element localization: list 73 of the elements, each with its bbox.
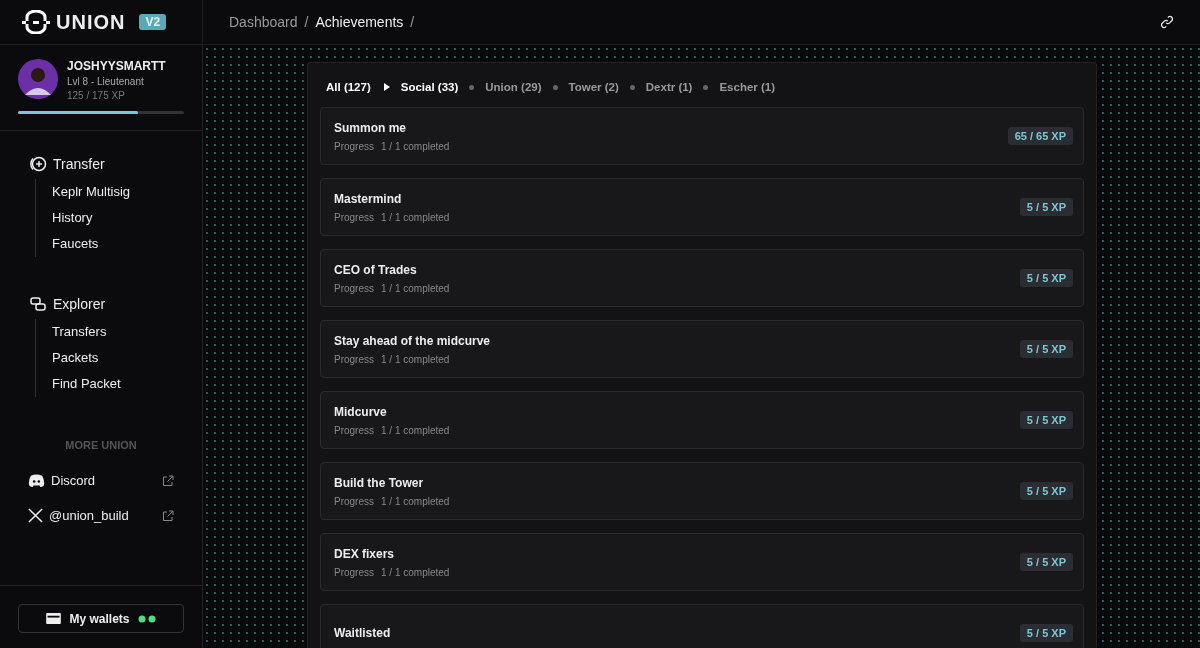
- xp-badge: 5 / 5 XP: [1019, 482, 1073, 500]
- nav-item[interactable]: Explorer: [29, 295, 202, 313]
- progress-value: 1 / 1 completed: [381, 353, 450, 365]
- progress-label: Progress: [334, 211, 374, 223]
- progress-value: 1 / 1 completed: [381, 424, 450, 436]
- nav-subitem[interactable]: Keplr Multisig: [52, 179, 202, 205]
- my-wallets-button[interactable]: My wallets: [18, 604, 184, 633]
- progress-label: Progress: [334, 353, 374, 365]
- xp-badge: 65 / 65 XP: [1007, 127, 1073, 145]
- user-name: JOSHYYSMARTT: [67, 59, 166, 73]
- user-xp: 125 / 175 XP: [67, 90, 126, 101]
- logo-icon: [22, 10, 50, 34]
- external-link[interactable]: @union_build: [49, 508, 156, 523]
- avatar: [18, 59, 58, 99]
- brand-name: UNION: [56, 10, 126, 34]
- progress-value: 1 / 1 completed: [381, 140, 450, 152]
- nav-item[interactable]: Transfer: [29, 155, 202, 173]
- xp-badge: 5 / 5 XP: [1019, 340, 1073, 358]
- category-tab[interactable]: Tower (2): [568, 81, 619, 93]
- progress-value: 1 / 1 completed: [381, 282, 450, 294]
- section-heading: MORE UNION: [64, 439, 138, 451]
- external-link-icon: [162, 474, 174, 487]
- nav-subitem[interactable]: Find Packet: [52, 371, 202, 397]
- achievement-title: Summon me: [334, 120, 407, 135]
- category-tab[interactable]: Union (29): [485, 81, 542, 93]
- xp-badge: 5 / 5 XP: [1019, 198, 1073, 216]
- separator-dot: [629, 84, 635, 90]
- separator-dot: [469, 84, 475, 90]
- achievement-title: Stay ahead of the midcurve: [334, 333, 492, 348]
- category-tab[interactable]: Escher (1): [719, 81, 776, 93]
- external-link[interactable]: Discord: [51, 473, 156, 488]
- progress-value: 1 / 1 completed: [381, 211, 450, 223]
- wallet-icon: [46, 613, 62, 624]
- achievement-title: Mastermind: [334, 191, 403, 206]
- discord-icon: [28, 474, 45, 487]
- progress-label: Progress: [334, 566, 374, 578]
- breadcrumb-link[interactable]: Dashboard: [229, 14, 298, 30]
- status-dots-icon: [137, 614, 156, 623]
- x-icon: [28, 508, 43, 523]
- external-link-icon: [162, 509, 174, 522]
- achievement-title: Build the Tower: [334, 475, 425, 490]
- nav-subitem[interactable]: Packets: [52, 345, 202, 371]
- xp-badge: 5 / 5 XP: [1019, 269, 1073, 287]
- progress-label: Progress: [334, 282, 374, 294]
- breadcrumb-separator: /: [304, 14, 309, 30]
- xp-badge: 5 / 5 XP: [1019, 624, 1073, 642]
- separator-dot: [703, 84, 709, 90]
- caret-icon: [383, 83, 390, 91]
- link-icon[interactable]: [1160, 15, 1174, 29]
- category-tab[interactable]: Dextr (1): [645, 81, 693, 93]
- category-tab[interactable]: All (127): [326, 81, 371, 93]
- achievement-title: Midcurve: [334, 404, 388, 419]
- nav-subitem[interactable]: History: [52, 205, 202, 231]
- progress-label: Progress: [334, 140, 374, 152]
- progress-label: Progress: [334, 424, 374, 436]
- achievement-title: DEX fixers: [334, 546, 396, 561]
- achievement-title: CEO of Trades: [334, 262, 418, 277]
- nav-subitem[interactable]: Transfers: [52, 319, 202, 345]
- breadcrumb-separator: /: [410, 14, 415, 30]
- separator-dot: [552, 84, 558, 90]
- progress-value: 1 / 1 completed: [381, 566, 450, 578]
- breadcrumb-current: Achievements: [315, 14, 404, 30]
- version-badge: V2: [139, 14, 167, 30]
- transfer-icon: [29, 155, 47, 173]
- progress-value: 1 / 1 completed: [381, 495, 450, 507]
- link-icon: [29, 295, 47, 313]
- category-tab[interactable]: Social (33): [400, 81, 459, 93]
- xp-badge: 5 / 5 XP: [1019, 411, 1073, 429]
- achievement-title: Waitlisted: [334, 626, 392, 640]
- xp-badge: 5 / 5 XP: [1019, 553, 1073, 571]
- user-rank: Lvl 8 - Lieutenant: [67, 76, 145, 87]
- nav-subitem[interactable]: Faucets: [52, 231, 202, 257]
- progress-label: Progress: [334, 495, 374, 507]
